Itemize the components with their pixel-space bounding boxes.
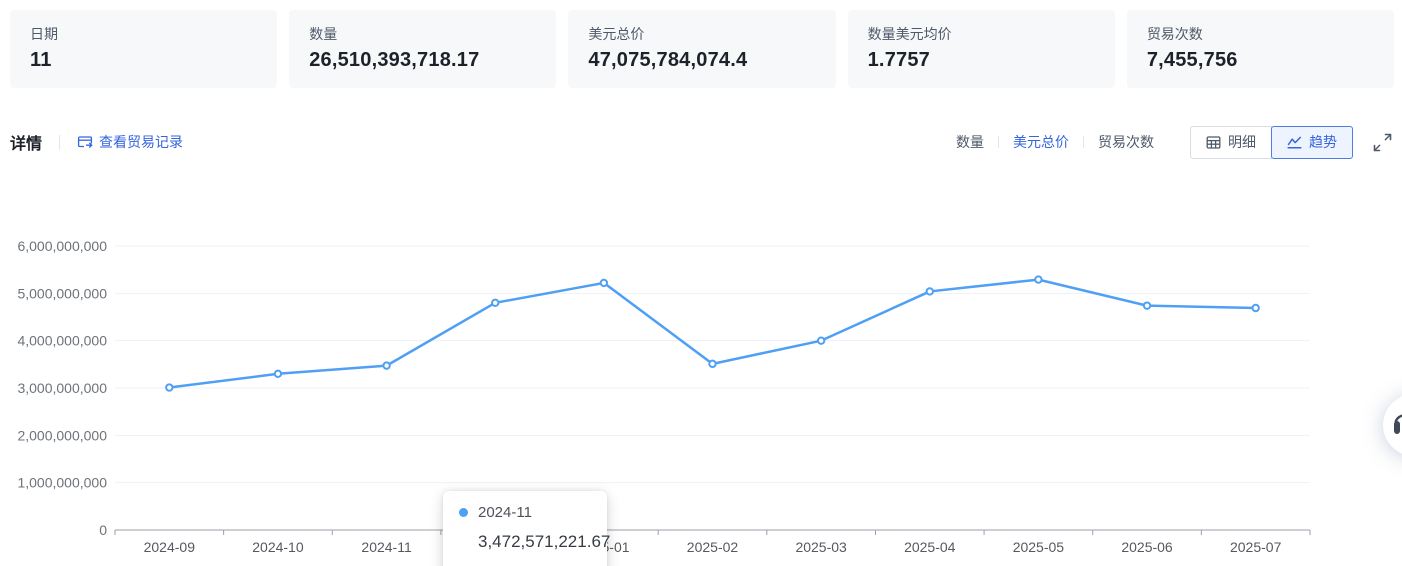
svg-text:2024-10: 2024-10 (252, 539, 304, 555)
svg-text:2024-11: 2024-11 (361, 539, 412, 555)
svg-text:4,000,000,000: 4,000,000,000 (17, 333, 107, 349)
svg-text:3,000,000,000: 3,000,000,000 (17, 380, 107, 396)
svg-text:2025-04: 2025-04 (904, 539, 956, 555)
trade-dashboard: 日期 11 数量 26,510,393,718.17 美元总价 47,075,7… (0, 0, 1402, 566)
svg-text:2025-06: 2025-06 (1121, 539, 1173, 555)
svg-text:2025-02: 2025-02 (687, 539, 739, 555)
tooltip-value: 3,472,571,221.67 (459, 532, 591, 552)
svg-text:2024-09: 2024-09 (144, 539, 196, 555)
series-dot-icon (459, 508, 468, 517)
chart-tooltip: 2024-11 3,472,571,221.67 (443, 491, 607, 566)
svg-text:2,000,000,000: 2,000,000,000 (17, 427, 107, 443)
svg-text:5,000,000,000: 5,000,000,000 (17, 285, 107, 301)
svg-text:2025-05: 2025-05 (1013, 539, 1065, 555)
headset-icon (1392, 411, 1402, 439)
svg-text:2025-07: 2025-07 (1230, 539, 1282, 555)
svg-text:0: 0 (99, 522, 107, 538)
svg-text:2025-03: 2025-03 (795, 539, 847, 555)
svg-text:6,000,000,000: 6,000,000,000 (17, 238, 107, 254)
trend-line-chart[interactable]: 0 1,000,000,000 2,000,000,000 3,000,000,000… (0, 0, 1402, 566)
svg-text:1,000,000,000: 1,000,000,000 (17, 475, 107, 491)
tooltip-title: 2024-11 (478, 504, 532, 521)
